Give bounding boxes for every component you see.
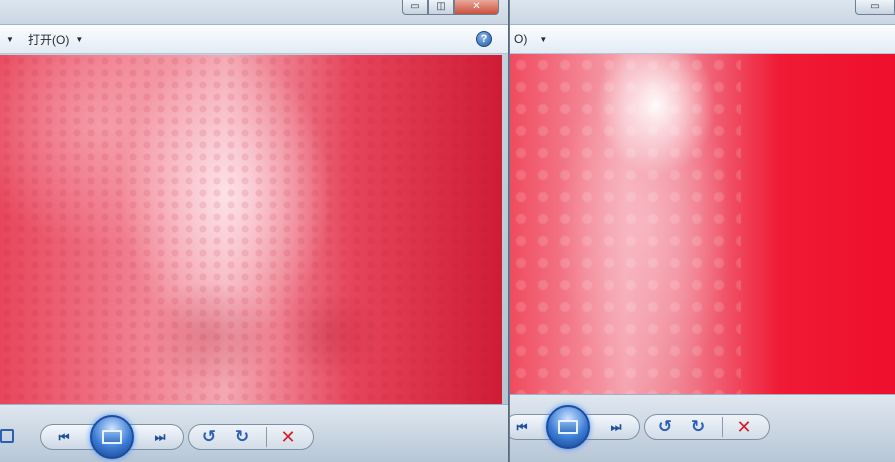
slideshow-icon xyxy=(102,430,122,444)
delete-button[interactable]: ✕ xyxy=(278,427,298,447)
next-icon: ⏭ xyxy=(154,429,166,444)
window-controls: ▭ ◫ ✕ xyxy=(402,0,499,15)
rotate-clockwise-button[interactable]: ↻ xyxy=(688,417,708,437)
menu-bar: ▼ 打开(O) ▼ ? xyxy=(0,24,508,54)
window-controls: ▭ xyxy=(855,0,895,15)
toolbar-separator xyxy=(722,417,723,437)
minimize-icon: ▭ xyxy=(870,1,880,12)
delete-icon: ✕ xyxy=(280,426,296,447)
rotate-cw-icon: ↻ xyxy=(234,427,250,446)
previous-icon: ⏮ xyxy=(516,419,528,434)
slideshow-button[interactable] xyxy=(90,415,134,459)
slideshow-button[interactable] xyxy=(546,405,590,449)
help-button[interactable]: ? xyxy=(476,31,492,47)
rotate-counterclockwise-button[interactable]: ↺ xyxy=(655,417,675,437)
next-button[interactable]: ⏭ xyxy=(148,427,172,447)
maximize-button[interactable]: ◫ xyxy=(428,0,454,15)
rotate-ccw-icon: ↺ xyxy=(201,427,217,446)
delete-button[interactable]: ✕ xyxy=(734,417,754,437)
previous-button[interactable]: ⏮ xyxy=(52,427,76,447)
maximize-icon: ◫ xyxy=(436,1,446,12)
title-bar[interactable]: ▭ xyxy=(510,0,895,24)
open-menu[interactable]: 打开(O) ▼ xyxy=(22,31,89,48)
rotate-counterclockwise-button[interactable]: ↺ xyxy=(199,427,219,447)
open-menu[interactable]: O) ▼ xyxy=(510,32,553,46)
open-menu-label: O) xyxy=(514,32,528,46)
minimize-button[interactable]: ▭ xyxy=(855,0,895,15)
rotate-cw-icon: ↻ xyxy=(690,417,706,436)
minimize-button[interactable]: ▭ xyxy=(402,0,428,15)
photo-texture xyxy=(510,54,741,394)
title-bar[interactable]: ▭ ◫ ✕ xyxy=(0,0,508,24)
toolbar: ⏮ ⏭ ↺ ↻ ✕ xyxy=(510,394,895,462)
open-menu-label: 打开(O) xyxy=(28,32,70,47)
help-icon: ? xyxy=(480,33,488,45)
rotate-clockwise-button[interactable]: ↻ xyxy=(232,427,252,447)
displayed-photo xyxy=(0,55,502,404)
minimize-icon: ▭ xyxy=(410,1,420,12)
toolbar: ⏮ ⏭ ↺ ↻ ✕ xyxy=(0,404,508,462)
displayed-photo xyxy=(510,54,895,394)
photo-texture xyxy=(0,55,502,404)
close-button[interactable]: ✕ xyxy=(454,0,499,15)
chevron-down-icon: ▼ xyxy=(75,34,84,44)
delete-icon: ✕ xyxy=(736,416,752,437)
menu-bar: O) ▼ xyxy=(510,24,895,54)
previous-button[interactable]: ⏮ xyxy=(510,417,534,437)
slideshow-icon xyxy=(558,420,578,434)
photo-viewer-window-left: ▭ ◫ ✕ ▼ 打开(O) ▼ ? ⏮ ⏭ ↺ ↻ ✕ xyxy=(0,0,509,462)
next-icon: ⏭ xyxy=(610,419,622,434)
chevron-down-icon: ▼ xyxy=(539,34,548,44)
next-button[interactable]: ⏭ xyxy=(604,417,628,437)
chevron-down-icon[interactable]: ▼ xyxy=(6,35,14,44)
rotate-ccw-icon: ↺ xyxy=(657,417,673,436)
close-icon: ✕ xyxy=(472,1,481,12)
photo-viewer-window-right: ▭ O) ▼ ⏮ ⏭ ↺ ↻ ✕ xyxy=(510,0,895,462)
actual-size-button[interactable] xyxy=(0,429,14,443)
toolbar-separator xyxy=(266,427,267,447)
previous-icon: ⏮ xyxy=(58,429,70,444)
